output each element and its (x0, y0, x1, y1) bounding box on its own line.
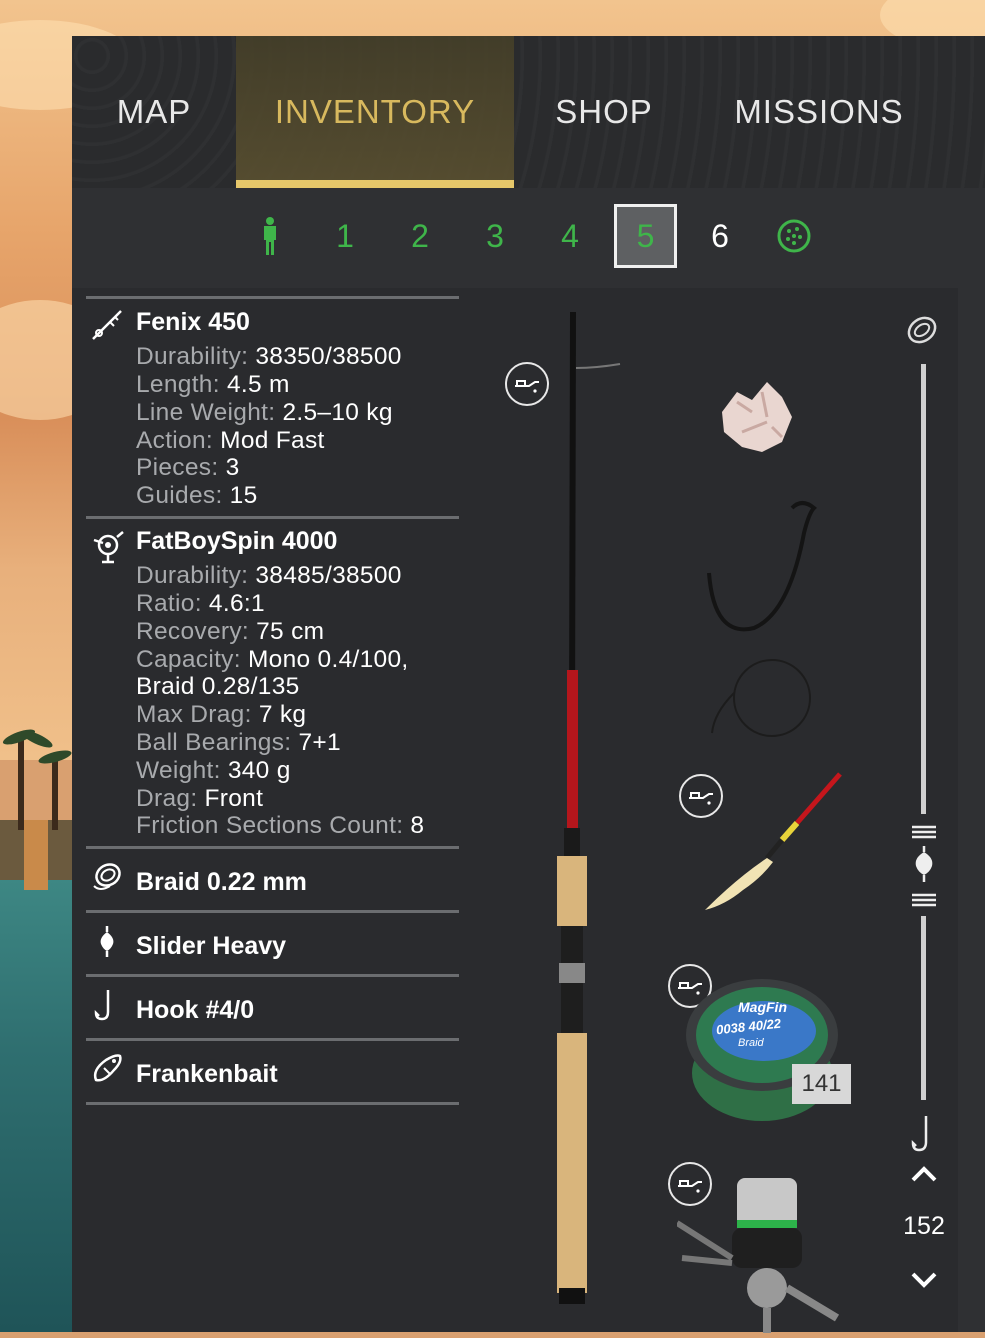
leader-image[interactable] (702, 653, 822, 753)
tackle-slot-selector: 1 2 3 4 5 6 (72, 204, 985, 276)
reel-prop: Recovery: 75 cm (136, 618, 325, 645)
divider (86, 1102, 459, 1105)
rod-prop: Action: Mod Fast (136, 427, 325, 454)
groundbait-icon[interactable] (764, 204, 824, 268)
service-rod-icon[interactable] (505, 362, 549, 406)
bait-image[interactable] (712, 372, 802, 462)
reel-prop: Weight: 340 g (136, 757, 291, 784)
tab-shop[interactable]: SHOP (514, 36, 694, 188)
reel-prop: Drag: Front (136, 785, 264, 812)
hook-image[interactable] (697, 493, 827, 633)
reel-prop: Ratio: 4.6:1 (136, 590, 265, 617)
rod-prop: Durability: 38350/38500 (136, 343, 402, 370)
rod-prop: Pieces: 3 (136, 454, 240, 481)
reel-prop: Friction Sections Count: 8 (136, 812, 425, 839)
rod-prop: Length: 4.5 m (136, 371, 290, 398)
divider (86, 1038, 459, 1041)
tackle-content: Fenix 450 Durability: 38350/38500 Length… (72, 288, 958, 1333)
reel-icon (90, 528, 124, 564)
slot-6[interactable]: 6 (690, 204, 750, 268)
reel-prop: Ball Bearings: 7+1 (136, 729, 341, 756)
divider (86, 516, 459, 519)
line-name[interactable]: Braid 0.22 mm (136, 868, 307, 897)
reel-prop: Braid 0.28/135 (136, 673, 300, 700)
divider (86, 296, 459, 299)
float-icon[interactable] (910, 844, 938, 884)
inventory-panel: MAP INVENTORY SHOP MISSIONS 1 2 3 4 5 6 (72, 36, 985, 1333)
slot-4[interactable]: 4 (540, 204, 600, 268)
reel-name[interactable]: FatBoySpin 4000 (136, 527, 337, 556)
lighthouse (24, 820, 48, 890)
float-image[interactable] (697, 768, 847, 918)
palm-tree (18, 740, 24, 830)
tab-map[interactable]: MAP (72, 36, 236, 188)
palm-tree (52, 760, 58, 830)
tab-bar: MAP INVENTORY SHOP MISSIONS (72, 36, 985, 188)
divider (86, 846, 459, 849)
depth-value: 152 (903, 1212, 945, 1240)
reel-image[interactable] (677, 1168, 847, 1338)
rod-icon (90, 308, 124, 342)
hook-icon (90, 988, 124, 1022)
rod-image[interactable] (542, 308, 632, 1308)
reel-prop: Capacity: Mono 0.4/100, (136, 646, 409, 673)
reel-prop: Durability: 38485/38500 (136, 562, 402, 589)
rod-name[interactable]: Fenix 450 (136, 308, 250, 337)
spool-brand: MagFin (738, 999, 787, 1015)
depth-track-lower[interactable] (921, 916, 926, 1100)
spool-type: Braid (738, 1037, 764, 1049)
slot-3[interactable]: 3 (465, 204, 525, 268)
line-segment-icon (912, 893, 936, 907)
divider (86, 910, 459, 913)
slot-5[interactable]: 5 (614, 204, 677, 268)
float-icon (90, 924, 124, 958)
player-silhouette-icon[interactable] (240, 204, 300, 268)
slot-1[interactable]: 1 (315, 204, 375, 268)
rod-prop: Guides: 15 (136, 482, 258, 509)
hook-name[interactable]: Hook #4/0 (136, 996, 254, 1025)
chevron-up-icon[interactable] (910, 1164, 938, 1184)
line-segment-icon (912, 825, 936, 839)
tab-missions[interactable]: MISSIONS (694, 36, 944, 188)
bait-name[interactable]: Frankenbait (136, 1060, 278, 1089)
depth-track-upper (921, 364, 926, 814)
chevron-down-icon[interactable] (910, 1270, 938, 1290)
float-name[interactable]: Slider Heavy (136, 932, 286, 961)
divider (86, 974, 459, 977)
line-count-badge: 141 (792, 1064, 851, 1104)
line-spool-icon[interactable] (902, 312, 942, 352)
reel-prop: Max Drag: 7 kg (136, 701, 307, 728)
bait-icon (90, 1052, 124, 1086)
hook-icon (911, 1116, 928, 1152)
slot-2[interactable]: 2 (390, 204, 450, 268)
tab-inventory[interactable]: INVENTORY (236, 36, 514, 188)
line-spool-icon (90, 860, 124, 894)
rod-prop: Line Weight: 2.5–10 kg (136, 399, 393, 426)
